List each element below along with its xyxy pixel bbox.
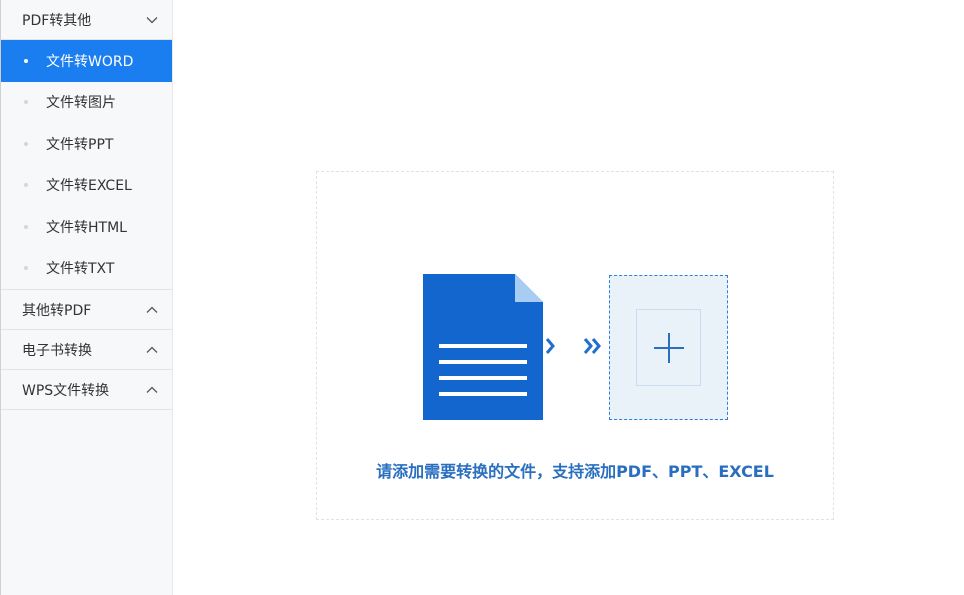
group-other-to-pdf[interactable]: 其他转PDF	[1, 290, 172, 330]
sidebar-item-label: 文件转WORD	[46, 53, 134, 70]
chevron-up-icon	[146, 304, 158, 316]
group-label: 其他转PDF	[22, 302, 92, 319]
group-wps-convert[interactable]: WPS文件转换	[1, 370, 172, 410]
chevron-down-icon	[146, 14, 158, 26]
sidebar: PDF转其他 文件转WORD 文件转图片 文件转PPT 文件转EXCEL 文件转…	[0, 0, 173, 595]
file-dropzone[interactable]: 请添加需要转换的文件，支持添加PDF、PPT、EXCEL	[316, 171, 834, 520]
add-file-inner-box	[636, 309, 701, 386]
sidebar-item-to-txt[interactable]: 文件转TXT	[1, 248, 172, 290]
bullet-icon	[24, 266, 28, 271]
sidebar-item-label: 文件转图片	[46, 95, 116, 112]
dropzone-hint-text: 请添加需要转换的文件，支持添加PDF、PPT、EXCEL	[376, 462, 774, 481]
sidebar-item-to-word[interactable]: 文件转WORD	[1, 40, 172, 82]
document-icon	[423, 274, 543, 420]
bullet-icon	[24, 224, 28, 229]
double-chevron-right-icon	[543, 332, 603, 362]
group-label: 电子书转换	[22, 342, 92, 359]
sidebar-item-label: 文件转PPT	[46, 136, 114, 153]
bullet-icon	[24, 183, 28, 188]
sidebar-item-label: 文件转EXCEL	[46, 178, 132, 195]
sidebar-item-to-excel[interactable]: 文件转EXCEL	[1, 165, 172, 207]
group-label: WPS文件转换	[22, 382, 110, 399]
main-content: 请添加需要转换的文件，支持添加PDF、PPT、EXCEL	[173, 0, 964, 595]
bullet-icon	[24, 141, 28, 146]
bullet-icon	[24, 58, 28, 63]
group-ebook-convert[interactable]: 电子书转换	[1, 330, 172, 370]
chevron-up-icon	[146, 344, 158, 356]
sidebar-item-to-image[interactable]: 文件转图片	[1, 82, 172, 124]
sidebar-item-label: 文件转HTML	[46, 219, 127, 236]
sidebar-item-to-ppt[interactable]: 文件转PPT	[1, 123, 172, 165]
group-label: PDF转其他	[22, 12, 92, 29]
chevron-up-icon	[146, 384, 158, 396]
sub-list-pdf-to-other: 文件转WORD 文件转图片 文件转PPT 文件转EXCEL 文件转HTML 文件…	[1, 40, 172, 290]
bullet-icon	[24, 100, 28, 105]
group-pdf-to-other[interactable]: PDF转其他	[1, 0, 172, 40]
plus-icon	[653, 332, 684, 363]
sidebar-item-label: 文件转TXT	[46, 261, 115, 278]
add-file-button[interactable]	[609, 275, 728, 420]
sidebar-item-to-html[interactable]: 文件转HTML	[1, 206, 172, 248]
